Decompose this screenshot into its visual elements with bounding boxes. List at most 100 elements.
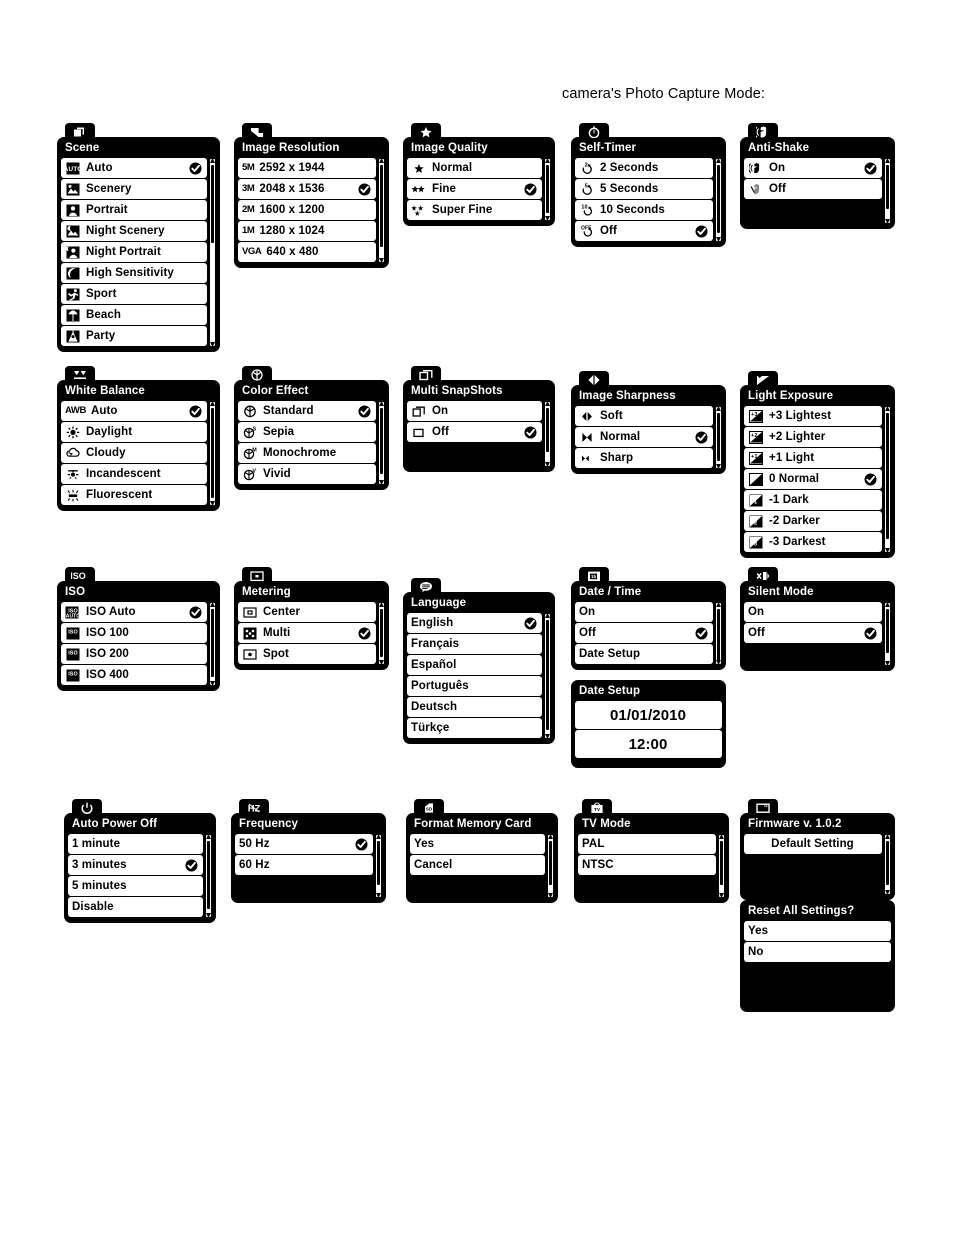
menu-item-self-timer-1[interactable]: 5 5 Seconds <box>575 179 713 199</box>
menu-item-anti-shake-1[interactable]: Off <box>744 179 882 199</box>
menu-item-reset-all-settings-0[interactable]: Yes <box>744 921 891 941</box>
scrollbar-thumb[interactable] <box>886 165 889 209</box>
scrollbar-image-quality[interactable] <box>544 158 551 221</box>
tab-language[interactable] <box>411 578 441 595</box>
scroll-up-arrow-icon[interactable] <box>545 614 550 618</box>
menu-item-image-resolution-4[interactable]: VGA 640 x 480 <box>238 242 376 262</box>
scrollbar-thumb[interactable] <box>377 841 380 885</box>
menu-item-image-resolution-0[interactable]: 5M 2592 x 1944 <box>238 158 376 178</box>
scroll-down-arrow-icon[interactable] <box>210 681 215 685</box>
scroll-down-arrow-icon[interactable] <box>885 661 890 665</box>
menu-item-image-sharpness-0[interactable]: Soft <box>575 406 713 426</box>
scrollbar-thumb[interactable] <box>207 841 210 909</box>
scroll-up-arrow-icon[interactable] <box>206 835 211 839</box>
scroll-down-arrow-icon[interactable] <box>379 660 384 664</box>
tab-self-timer[interactable] <box>579 123 609 140</box>
scrollbar-thumb[interactable] <box>886 609 889 653</box>
scrollbar-thumb[interactable] <box>211 165 214 243</box>
scrollbar-thumb[interactable] <box>886 841 889 885</box>
tab-white-balance[interactable] <box>65 366 95 383</box>
menu-item-scene-6[interactable]: Sport <box>61 284 207 304</box>
scrollbar-scene[interactable] <box>209 158 216 347</box>
menu-item-scene-5[interactable]: High Sensitivity <box>61 263 207 283</box>
menu-item-self-timer-0[interactable]: 2 2 Seconds <box>575 158 713 178</box>
scrollbar-auto-power-off[interactable] <box>205 834 212 918</box>
scroll-up-arrow-icon[interactable] <box>716 407 721 411</box>
scroll-down-arrow-icon[interactable] <box>379 480 384 484</box>
menu-item-language-4[interactable]: Deutsch <box>407 697 542 717</box>
scrollbar-light-exposure[interactable] <box>884 406 891 553</box>
menu-item-date-time-1[interactable]: Off <box>575 623 713 643</box>
scroll-down-arrow-icon[interactable] <box>210 501 215 505</box>
scrollbar-silent-mode[interactable] <box>884 602 891 666</box>
menu-item-iso-2[interactable]: ISO 200 ISO 200 <box>61 644 207 664</box>
menu-item-scene-3[interactable]: Night Scenery <box>61 221 207 241</box>
menu-item-light-exposure-2[interactable]: +1 +1 Light <box>744 448 882 468</box>
menu-item-self-timer-3[interactable]: OFF Off <box>575 221 713 241</box>
scroll-up-arrow-icon[interactable] <box>379 402 384 406</box>
scroll-up-arrow-icon[interactable] <box>885 159 890 163</box>
tab-date-time[interactable]: 15 <box>579 567 609 584</box>
scrollbar-thumb[interactable] <box>546 408 549 452</box>
tab-multi-snapshots[interactable] <box>411 366 441 383</box>
scrollbar-language[interactable] <box>544 613 551 739</box>
menu-item-silent-mode-0[interactable]: On <box>744 602 882 622</box>
tab-color-effect[interactable] <box>242 366 272 383</box>
menu-item-language-5[interactable]: Türkçe <box>407 718 542 738</box>
menu-item-auto-power-off-1[interactable]: 3 minutes <box>68 855 203 875</box>
menu-item-white-balance-4[interactable]: Fluorescent <box>61 485 207 505</box>
scrollbar-frequency[interactable] <box>375 834 382 898</box>
scroll-down-arrow-icon[interactable] <box>716 237 721 241</box>
menu-item-multi-snapshots-1[interactable]: Off <box>407 422 542 442</box>
scrollbar-date-time[interactable] <box>715 602 722 665</box>
scrollbar-thumb[interactable] <box>211 609 214 677</box>
scrollbar-thumb[interactable] <box>717 609 720 661</box>
scrollbar-thumb[interactable] <box>380 609 383 657</box>
menu-item-iso-0[interactable]: ISO AUTO ISO Auto <box>61 602 207 622</box>
scrollbar-format-memory-card[interactable] <box>547 834 554 898</box>
menu-item-image-sharpness-2[interactable]: Sharp <box>575 448 713 468</box>
scrollbar-color-effect[interactable] <box>378 401 385 485</box>
scrollbar-image-sharpness[interactable] <box>715 406 722 469</box>
scrollbar-thumb[interactable] <box>546 165 549 213</box>
scroll-up-arrow-icon[interactable] <box>885 603 890 607</box>
scrollbar-thumb[interactable] <box>717 165 720 233</box>
menu-item-format-memory-card-0[interactable]: Yes <box>410 834 545 854</box>
scrollbar-anti-shake[interactable] <box>884 158 891 224</box>
scroll-up-arrow-icon[interactable] <box>210 159 215 163</box>
scrollbar-iso[interactable] <box>209 602 216 686</box>
menu-item-self-timer-2[interactable]: 10 10 Seconds <box>575 200 713 220</box>
scrollbar-white-balance[interactable] <box>209 401 216 506</box>
scroll-down-arrow-icon[interactable] <box>206 913 211 917</box>
scrollbar-image-resolution[interactable] <box>378 158 385 263</box>
menu-item-iso-3[interactable]: ISO 400 ISO 400 <box>61 665 207 685</box>
menu-item-metering-2[interactable]: Spot <box>238 644 376 664</box>
scrollbar-thumb[interactable] <box>380 408 383 474</box>
menu-item-image-quality-1[interactable]: Fine <box>407 179 542 199</box>
scroll-up-arrow-icon[interactable] <box>210 603 215 607</box>
menu-item-white-balance-3[interactable]: Incandescent <box>61 464 207 484</box>
tab-format-memory-card[interactable]: SD <box>414 799 444 816</box>
menu-item-color-effect-2[interactable]: M Monochrome <box>238 443 376 463</box>
menu-item-date-setup-1[interactable]: 12:00 <box>575 730 722 758</box>
scroll-down-arrow-icon[interactable] <box>379 258 384 262</box>
menu-item-scene-0[interactable]: AUTO Auto <box>61 158 207 178</box>
scroll-up-arrow-icon[interactable] <box>885 835 890 839</box>
menu-item-tv-mode-1[interactable]: NTSC <box>578 855 716 875</box>
menu-item-image-resolution-1[interactable]: 3M 2048 x 1536 <box>238 179 376 199</box>
scroll-down-arrow-icon[interactable] <box>885 890 890 894</box>
menu-item-language-2[interactable]: Español <box>407 655 542 675</box>
menu-item-scene-1[interactable]: Scenery <box>61 179 207 199</box>
menu-item-silent-mode-1[interactable]: Off <box>744 623 882 643</box>
menu-item-light-exposure-0[interactable]: +3 +3 Lightest <box>744 406 882 426</box>
scrollbar-thumb[interactable] <box>549 841 552 885</box>
menu-item-auto-power-off-0[interactable]: 1 minute <box>68 834 203 854</box>
scrollbar-firmware[interactable] <box>884 834 891 895</box>
menu-item-scene-2[interactable]: Portrait <box>61 200 207 220</box>
scroll-up-arrow-icon[interactable] <box>379 159 384 163</box>
scroll-up-arrow-icon[interactable] <box>379 603 384 607</box>
menu-item-language-0[interactable]: English <box>407 613 542 633</box>
menu-item-frequency-1[interactable]: 60 Hz <box>235 855 373 875</box>
menu-item-date-time-2[interactable]: Date Setup <box>575 644 713 664</box>
scrollbar-thumb[interactable] <box>717 413 720 461</box>
